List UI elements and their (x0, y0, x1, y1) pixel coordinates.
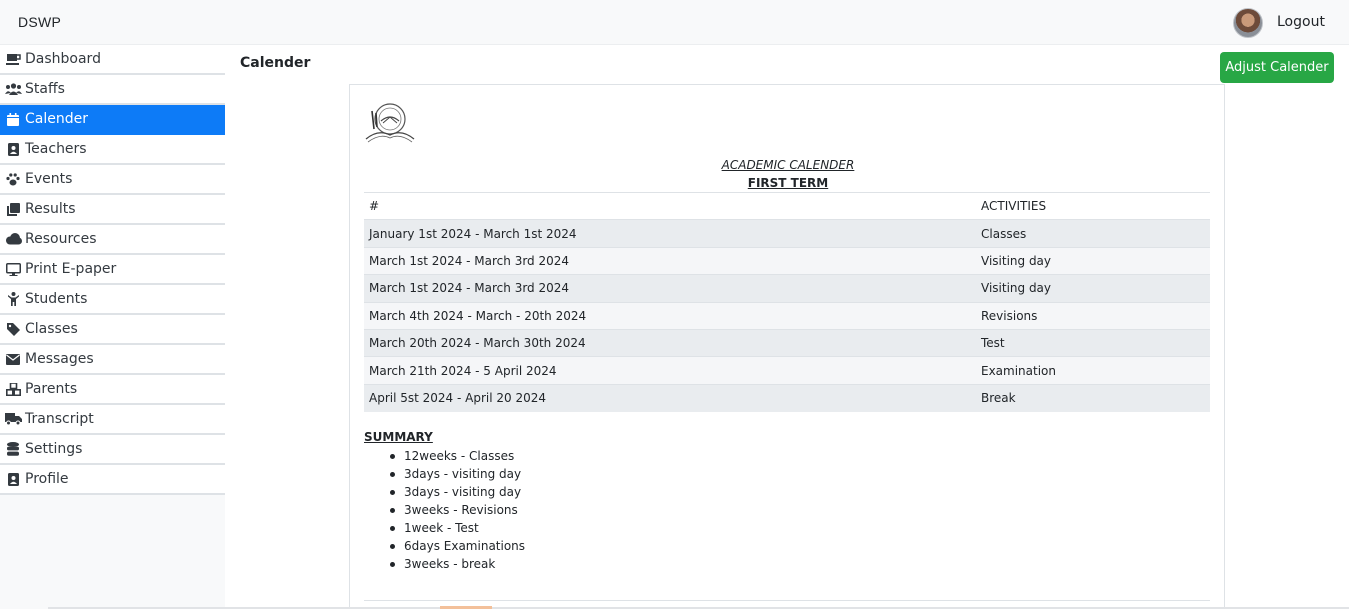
sidebar-item-label: Staffs (25, 81, 65, 97)
sidebar-item-resources[interactable]: Resources (0, 225, 225, 255)
column-header-period: # (364, 191, 976, 220)
desktop-icon (4, 262, 22, 276)
brand-logo-text[interactable]: DSWP (18, 14, 61, 30)
period-cell: March 4th 2024 - March - 20th 2024 (364, 301, 976, 330)
sidebar-item-settings[interactable]: Settings (0, 435, 225, 465)
clone-icon (4, 202, 22, 216)
sidebar-item-teachers[interactable]: Teachers (0, 135, 225, 165)
sidebar-item-label: Events (25, 171, 73, 187)
summary-heading: SUMMARY (364, 430, 433, 444)
table-row: March 1st 2024 - March 3rd 2024 Visiting… (364, 246, 1210, 275)
table-header-row: # ACTIVITIES (364, 191, 1210, 220)
database-icon (4, 442, 22, 456)
list-item: 1week - Test (389, 519, 525, 537)
activity-cell: Classes (976, 219, 1210, 248)
calendar-table: # ACTIVITIES January 1st 2024 - March 1s… (364, 191, 1210, 412)
sidebar-item-label: Print E-paper (25, 261, 117, 277)
id-badge-icon (4, 472, 22, 486)
summary-list: 12weeks - Classes 3days - visiting day 3… (389, 447, 526, 573)
table-row: April 5st 2024 - April 20 2024 Break (364, 383, 1210, 412)
sidebar-item-label: Calender (25, 111, 88, 127)
sidebar-item-label: Parents (25, 381, 78, 397)
sidebar-item-label: Resources (25, 231, 97, 247)
period-cell: January 1st 2024 - March 1st 2024 (364, 219, 976, 248)
list-item: 3weeks - Revisions (389, 501, 525, 519)
period-cell: March 21th 2024 - 5 April 2024 (364, 356, 976, 385)
truck-icon (4, 412, 22, 426)
list-item: 3days - visiting day (389, 465, 525, 483)
cubes-icon (4, 382, 22, 396)
sidebar-item-dashboard[interactable]: Dashboard (0, 45, 225, 75)
sidebar-item-staffs[interactable]: Staffs (0, 75, 225, 105)
calendar-card: ACADEMIC CALENDER FIRST TERM # ACTIVITIE… (349, 84, 1225, 609)
sidebar-item-transcript[interactable]: Transcript (0, 405, 225, 435)
coffee-icon (4, 52, 22, 66)
table-row: March 20th 2024 - March 30th 2024 Test (364, 328, 1210, 357)
page-title: Calender (240, 55, 311, 71)
adjust-calender-button[interactable]: Adjust Calender (1220, 52, 1334, 83)
period-cell: March 20th 2024 - March 30th 2024 (364, 328, 976, 357)
sidebar-item-label: Dashboard (25, 51, 101, 67)
calendar-icon (4, 112, 22, 126)
sidebar-item-label: Students (25, 291, 88, 307)
sidebar-item-parents[interactable]: Parents (0, 375, 225, 405)
sidebar-item-label: Profile (25, 471, 69, 487)
sidebar-item-calender[interactable]: Calender (0, 105, 225, 135)
list-item: 12weeks - Classes (389, 447, 525, 465)
cloud-icon (4, 232, 22, 246)
activity-cell: Visiting day (976, 274, 1210, 303)
sidebar-item-classes[interactable]: Classes (0, 315, 225, 345)
logout-link[interactable]: Logout (1277, 14, 1325, 30)
sidebar-item-students[interactable]: Students (0, 285, 225, 315)
term-title: FIRST TERM (747, 176, 829, 190)
sidebar-item-label: Messages (25, 351, 94, 367)
sidebar-item-messages[interactable]: Messages (0, 345, 225, 375)
document-title: ACADEMIC CALENDER (721, 158, 855, 172)
activity-cell: Test (976, 328, 1210, 357)
column-header-activities: ACTIVITIES (976, 191, 1210, 220)
list-item: 3days - visiting day (389, 483, 525, 501)
activity-cell: Revisions (976, 301, 1210, 330)
period-cell: March 1st 2024 - March 3rd 2024 (364, 274, 976, 303)
table-row: January 1st 2024 - March 1st 2024 Classe… (364, 219, 1210, 248)
period-cell: March 1st 2024 - March 3rd 2024 (364, 246, 976, 275)
sidebar-item-label: Classes (25, 321, 78, 337)
envelope-icon (4, 352, 22, 366)
user-avatar[interactable] (1233, 8, 1263, 38)
period-cell: April 5st 2024 - April 20 2024 (364, 383, 976, 412)
sidebar-item-label: Results (25, 201, 76, 217)
sidebar-item-label: Settings (25, 441, 83, 457)
sidebar-item-print-e-paper[interactable]: Print E-paper (0, 255, 225, 285)
id-badge-icon (4, 142, 22, 156)
paw-icon (4, 172, 22, 186)
list-item: 6days Examinations (389, 539, 526, 553)
sidebar-item-events[interactable]: Events (0, 165, 225, 195)
sidebar: Dashboard Staffs Calender Teachers Event… (0, 45, 225, 609)
child-icon (4, 292, 22, 306)
top-navbar: DSWP Logout (0, 0, 1349, 45)
sidebar-item-label: Transcript (25, 411, 94, 427)
table-row: March 21th 2024 - 5 April 2024 Examinati… (364, 356, 1210, 385)
activity-cell: Break (976, 383, 1210, 412)
table-row: March 1st 2024 - March 3rd 2024 Visiting… (364, 274, 1210, 303)
school-logo-icon (365, 103, 415, 143)
card-divider (364, 600, 1210, 601)
sidebar-item-results[interactable]: Results (0, 195, 225, 225)
users-icon (4, 82, 22, 96)
tag-icon (4, 322, 22, 336)
activity-cell: Examination (976, 356, 1210, 385)
sidebar-item-profile[interactable]: Profile (0, 465, 225, 495)
activity-cell: Visiting day (976, 246, 1210, 275)
list-item: 3weeks - break (389, 555, 525, 573)
table-row: March 4th 2024 - March - 20th 2024 Revis… (364, 301, 1210, 330)
sidebar-item-label: Teachers (25, 141, 87, 157)
